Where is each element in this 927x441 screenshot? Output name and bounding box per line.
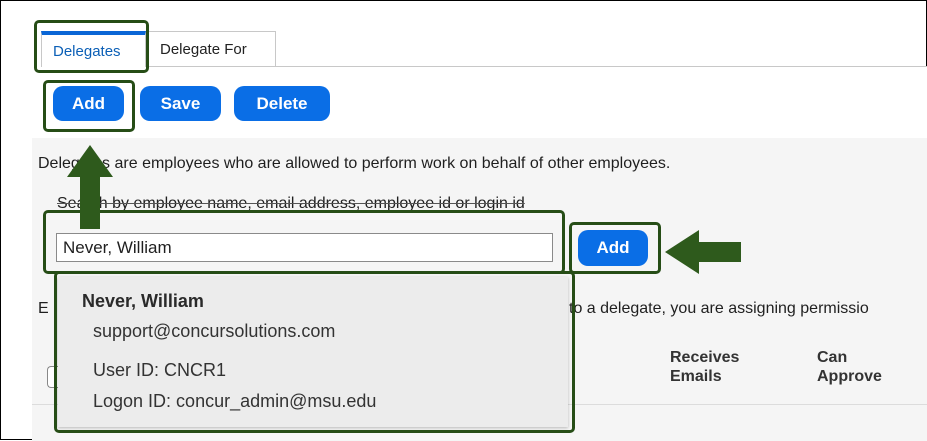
explain-text-start: E (38, 300, 49, 317)
tab-underline (148, 66, 927, 67)
save-button[interactable]: Save (140, 86, 221, 121)
delete-button[interactable]: Delete (234, 86, 330, 121)
save-button-label: Save (160, 93, 201, 113)
app-window: Delegates Delegate For Add Save Delete D… (0, 0, 927, 441)
column-receives-emails[interactable]: Receives Emails (670, 348, 780, 386)
highlight-suggestion (54, 271, 575, 433)
highlight-add-button (43, 80, 135, 132)
up-arrow-icon (67, 145, 113, 229)
delete-button-label: Delete (256, 93, 308, 113)
tab-delegate-for[interactable]: Delegate For (148, 31, 276, 66)
highlight-delegates-tab (34, 20, 149, 73)
column-can-approve[interactable]: Can Approve (817, 348, 887, 386)
highlight-search-add (569, 222, 661, 274)
left-arrow-icon (665, 230, 741, 274)
tab-delegate-for-label: Delegate For (160, 40, 247, 58)
delegates-description: Delegates are employees who are allowed … (38, 155, 671, 172)
highlight-search-input (43, 210, 565, 274)
explain-text: to a delegate, you are assigning permiss… (569, 300, 869, 317)
